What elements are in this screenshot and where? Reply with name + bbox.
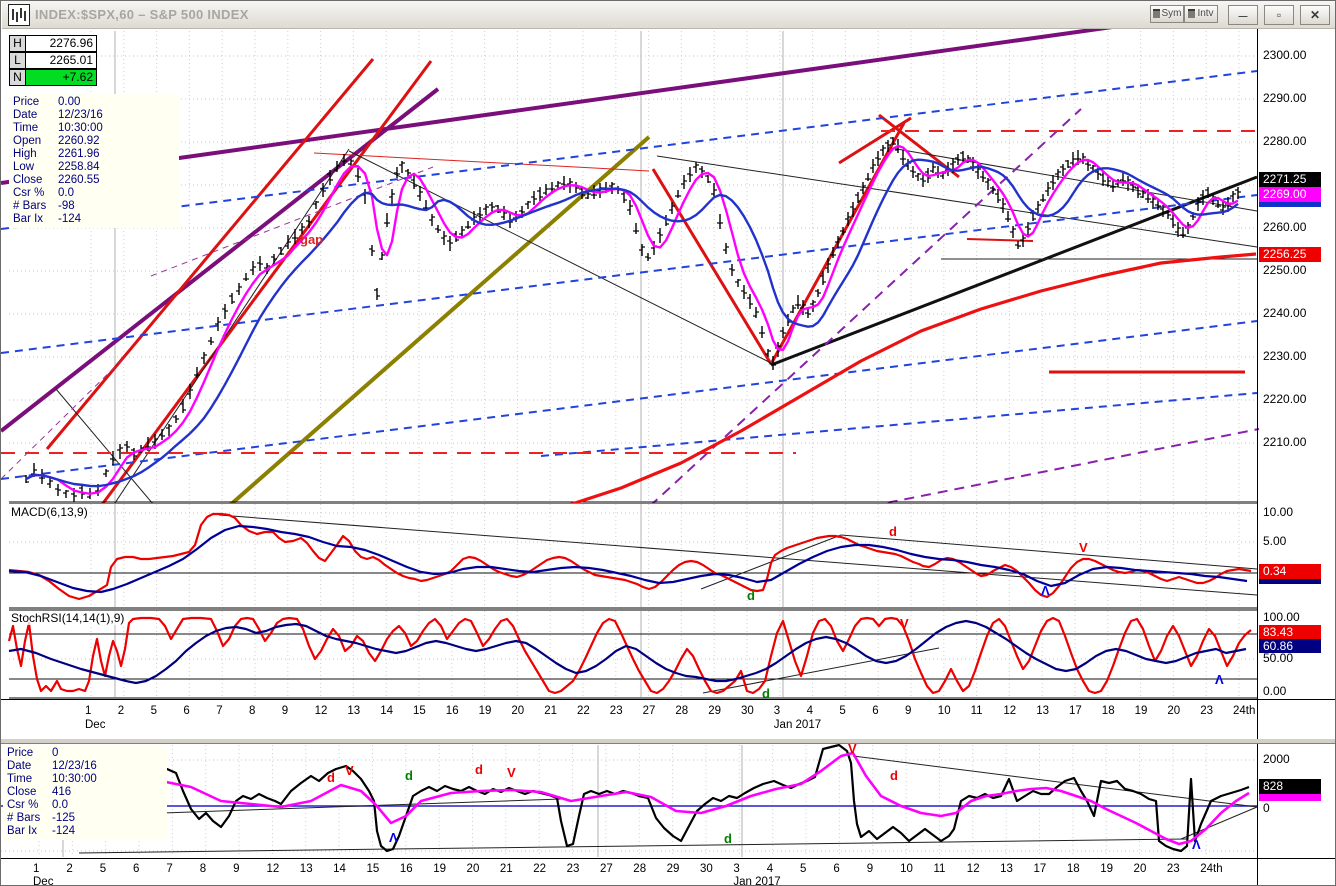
net-tag: N	[9, 69, 25, 86]
net-change-value: +7.62	[25, 69, 97, 86]
info-row: Price0.00	[13, 96, 179, 109]
title-bar[interactable]: INDEX:$SPX,60 – S&P 500 INDEX Sym Intv —…	[2, 1, 1336, 29]
quote-box: H2276.96 L2265.01 N+7.62	[9, 35, 97, 86]
maximize-icon: ▫	[1277, 8, 1281, 22]
x-axis-main	[1, 699, 1336, 739]
quote-row-net: N+7.62	[9, 69, 97, 86]
stochrsi-ma-navy	[9, 621, 1246, 683]
low-tag: L	[9, 52, 25, 69]
info-row: Low2258.84	[13, 161, 179, 174]
info-row: Close2260.55	[13, 174, 179, 187]
ma-slow-blue	[26, 160, 1238, 487]
macd-fast-red	[9, 514, 1251, 599]
intv-icon	[1188, 9, 1195, 18]
close-button[interactable]: ✕	[1300, 5, 1330, 25]
quote-row-low: L2265.01	[9, 52, 97, 69]
macd-panel-canvas[interactable]	[1, 503, 1336, 609]
info-row: Bar Ix-124	[7, 825, 167, 838]
cursor-info-box: Price0.00Date12/23/16Time10:30:00Open226…	[9, 94, 179, 228]
window-title: INDEX:$SPX,60 – S&P 500 INDEX	[35, 7, 249, 22]
stochrsi-panel-canvas[interactable]	[1, 609, 1336, 699]
info-row: Close416	[7, 786, 167, 799]
info-row: Date12/23/16	[13, 109, 179, 122]
session-low-value: 2265.01	[25, 52, 97, 69]
info-row: Csr %0.0	[13, 187, 179, 200]
quote-row-high: H2276.96	[9, 35, 97, 52]
info-row: Open2260.92	[13, 135, 179, 148]
main-chart-canvas[interactable]	[1, 29, 1336, 503]
ma-fast-magenta	[26, 146, 1238, 494]
y-axis-border-main	[1257, 29, 1258, 739]
stochrsi-red	[9, 618, 1251, 693]
info-row: Time10:30:00	[7, 773, 167, 786]
intv-button[interactable]: Intv	[1184, 5, 1218, 23]
session-high-value: 2276.96	[25, 35, 97, 52]
info-row: Date12/23/16	[7, 760, 167, 773]
info-row: Price0	[7, 747, 167, 760]
maximize-button[interactable]: ▫	[1264, 5, 1294, 25]
high-tag: H	[9, 35, 25, 52]
info-row: Time10:30:00	[13, 122, 179, 135]
chart-window: INDEX:$SPX,60 – S&P 500 INDEX Sym Intv —…	[0, 0, 1336, 886]
minimize-icon: —	[1239, 11, 1248, 21]
bottom-osc-canvas[interactable]	[1, 744, 1336, 858]
info-row: High2261.96	[13, 148, 179, 161]
info-row: Bar Ix-124	[13, 213, 179, 226]
x-axis-bottom	[1, 858, 1336, 886]
bottom-cursor-info-box: Price0Date12/23/16Time10:30:00Close416Cs…	[3, 745, 167, 840]
minimize-button[interactable]: —	[1228, 5, 1258, 25]
y-axis-border-bottom	[1257, 744, 1258, 886]
stochrsi-panel-title: StochRSI(14,14(1),9)	[9, 611, 126, 625]
info-row: # Bars-98	[13, 200, 179, 213]
sym-button[interactable]: Sym	[1150, 5, 1184, 23]
close-icon: ✕	[1310, 8, 1320, 22]
sym-icon	[1153, 9, 1160, 18]
info-row: Csr %0.0	[7, 799, 167, 812]
macd-panel-title: MACD(6,13,9)	[9, 505, 90, 519]
info-row: # Bars-125	[7, 812, 167, 825]
chart-app-icon	[8, 4, 30, 26]
